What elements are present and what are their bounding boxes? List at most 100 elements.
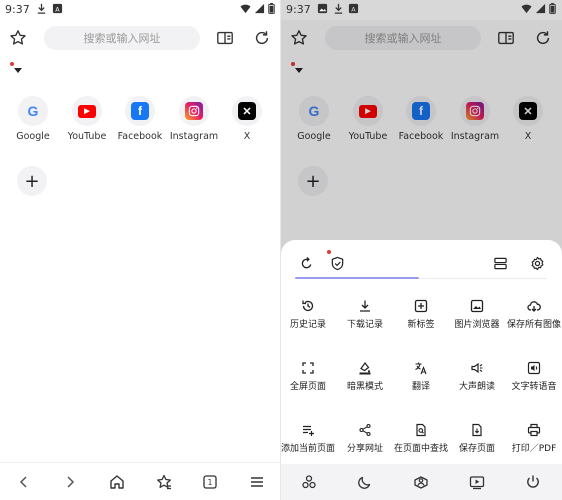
status-time: 9:37 — [286, 3, 311, 16]
gallery-status-icon — [317, 3, 328, 14]
menu-add-current-page[interactable]: 添加当前页面 — [281, 422, 336, 456]
add-page-icon — [300, 422, 316, 438]
shortcut-label: YouTube — [67, 131, 107, 142]
read-aloud-icon — [469, 360, 485, 376]
menu-downloads[interactable]: 下载记录 — [337, 298, 393, 332]
menu-label: 历史记录 — [289, 320, 326, 330]
home-icon[interactable] — [108, 473, 126, 491]
shortcut-x[interactable]: ✕ X — [217, 96, 277, 142]
url-input[interactable]: 搜索或输入网址 — [44, 26, 200, 50]
bookmark-star-icon[interactable] — [8, 28, 28, 48]
menu-read-aloud[interactable]: 大声朗读 — [449, 360, 505, 394]
menu-new-tab[interactable]: 新标签 — [393, 298, 449, 332]
image-browser-icon — [469, 298, 485, 314]
menu-save-page[interactable]: 保存页面 — [449, 422, 505, 456]
download-status-icon — [36, 3, 47, 14]
forward-icon[interactable] — [61, 473, 79, 491]
extensions-icon[interactable] — [300, 473, 318, 491]
menu-label: 图片浏览器 — [454, 320, 500, 330]
reader-mode-icon[interactable] — [215, 28, 235, 48]
translate-icon — [413, 360, 429, 376]
add-shortcut-button[interactable]: + — [17, 166, 47, 196]
shield-icon[interactable] — [328, 254, 346, 272]
menu-save-all-images[interactable]: 保存所有图像 — [506, 298, 562, 332]
menu-label: 暗黑模式 — [346, 382, 383, 392]
find-in-page-icon — [413, 422, 429, 438]
shortcut-instagram[interactable]: Instagram — [164, 96, 224, 142]
night-mode-icon[interactable] — [356, 473, 374, 491]
dim-overlay[interactable]: 历史记录 下载记录 新标签 图片浏览器 保存所有图像 全屏页面 暗黑模式 翻译 … — [281, 20, 562, 500]
menu-translate[interactable]: 翻译 — [393, 360, 449, 394]
shortcut-facebook[interactable]: f Facebook — [110, 96, 170, 142]
cloud-save-icon — [526, 298, 542, 314]
app-notification-icon: A — [348, 3, 359, 14]
battery-icon — [549, 3, 556, 14]
menu-label: 添加当前页面 — [281, 444, 335, 454]
print-icon — [526, 422, 542, 438]
tabs-button[interactable]: 1 — [201, 473, 219, 491]
shortcut-label: Facebook — [117, 131, 163, 142]
browser-toolbar: 搜索或输入网址 — [0, 22, 281, 54]
browser-menu-screen: 9:37 A 搜索或输入网址 G Google ▶ YouTube f Face… — [281, 0, 562, 500]
svg-text:1: 1 — [208, 478, 213, 487]
shortcut-youtube[interactable]: ▶ YouTube — [57, 96, 117, 142]
notification-dot — [10, 62, 14, 66]
shortcut-label: X — [243, 131, 251, 142]
vpn-icon[interactable] — [412, 473, 430, 491]
bookmarks-icon[interactable] — [155, 473, 173, 491]
menu-tab-indicator — [295, 277, 419, 279]
menu-print-pdf[interactable]: 打印／PDF — [506, 422, 562, 456]
menu-label: 全屏页面 — [289, 382, 326, 392]
svg-text:A: A — [351, 5, 356, 13]
settings-gear-icon[interactable] — [528, 254, 546, 272]
video-player-icon[interactable] — [468, 473, 486, 491]
wifi-icon — [240, 3, 251, 14]
instagram-icon — [185, 102, 203, 120]
new-tab-icon — [413, 298, 429, 314]
signal-icon — [535, 3, 546, 14]
bottom-navigation: 1 — [0, 462, 281, 500]
menu-icon[interactable] — [248, 473, 266, 491]
facebook-icon: f — [131, 102, 149, 120]
shortcut-label: Instagram — [169, 131, 219, 142]
menu-label: 在页面中查找 — [393, 444, 448, 454]
battery-icon — [268, 3, 275, 14]
menu-label: 保存所有图像 — [506, 320, 561, 330]
share-icon — [357, 422, 373, 438]
menu-label: 文字转语音 — [511, 382, 557, 392]
save-page-icon — [469, 422, 485, 438]
google-icon: G — [27, 103, 39, 119]
menu-dark-mode[interactable]: 暗黑模式 — [337, 360, 393, 394]
shortcut-label: Google — [16, 131, 50, 142]
shortcut-google[interactable]: G Google — [3, 96, 63, 142]
back-icon[interactable] — [15, 473, 33, 491]
menu-label: 翻译 — [411, 382, 430, 392]
status-bar: 9:37 A — [0, 0, 281, 20]
menu-label: 大声朗读 — [458, 382, 495, 392]
menu-share-url[interactable]: 分享网址 — [337, 422, 393, 456]
menu-history[interactable]: 历史记录 — [281, 298, 336, 332]
refresh-icon[interactable] — [252, 28, 272, 48]
menu-text-to-speech[interactable]: 文字转语音 — [506, 360, 562, 394]
history-icon — [300, 298, 316, 314]
menu-label: 打印／PDF — [511, 444, 557, 454]
menu-sheet-header — [281, 248, 562, 278]
download-icon — [357, 298, 373, 314]
power-icon[interactable] — [524, 473, 542, 491]
signal-icon — [254, 3, 265, 14]
menu-fullscreen[interactable]: 全屏页面 — [281, 360, 336, 394]
menu-image-browser[interactable]: 图片浏览器 — [449, 298, 505, 332]
chevron-down-icon — [14, 68, 22, 73]
fullscreen-icon — [300, 360, 316, 376]
text-to-speech-icon — [526, 360, 542, 376]
profile-dropdown[interactable] — [10, 62, 30, 76]
shortcut-grid: G Google ▶ YouTube f Facebook Instagram … — [0, 96, 281, 146]
youtube-icon: ▶ — [78, 104, 96, 118]
rotate-icon[interactable] — [297, 254, 315, 272]
layout-icon[interactable] — [491, 254, 509, 272]
status-bar: 9:37 A — [281, 0, 562, 20]
wifi-icon — [521, 3, 532, 14]
download-status-icon — [333, 3, 344, 14]
menu-find-in-page[interactable]: 在页面中查找 — [393, 422, 449, 456]
menu-label: 新标签 — [407, 320, 435, 330]
